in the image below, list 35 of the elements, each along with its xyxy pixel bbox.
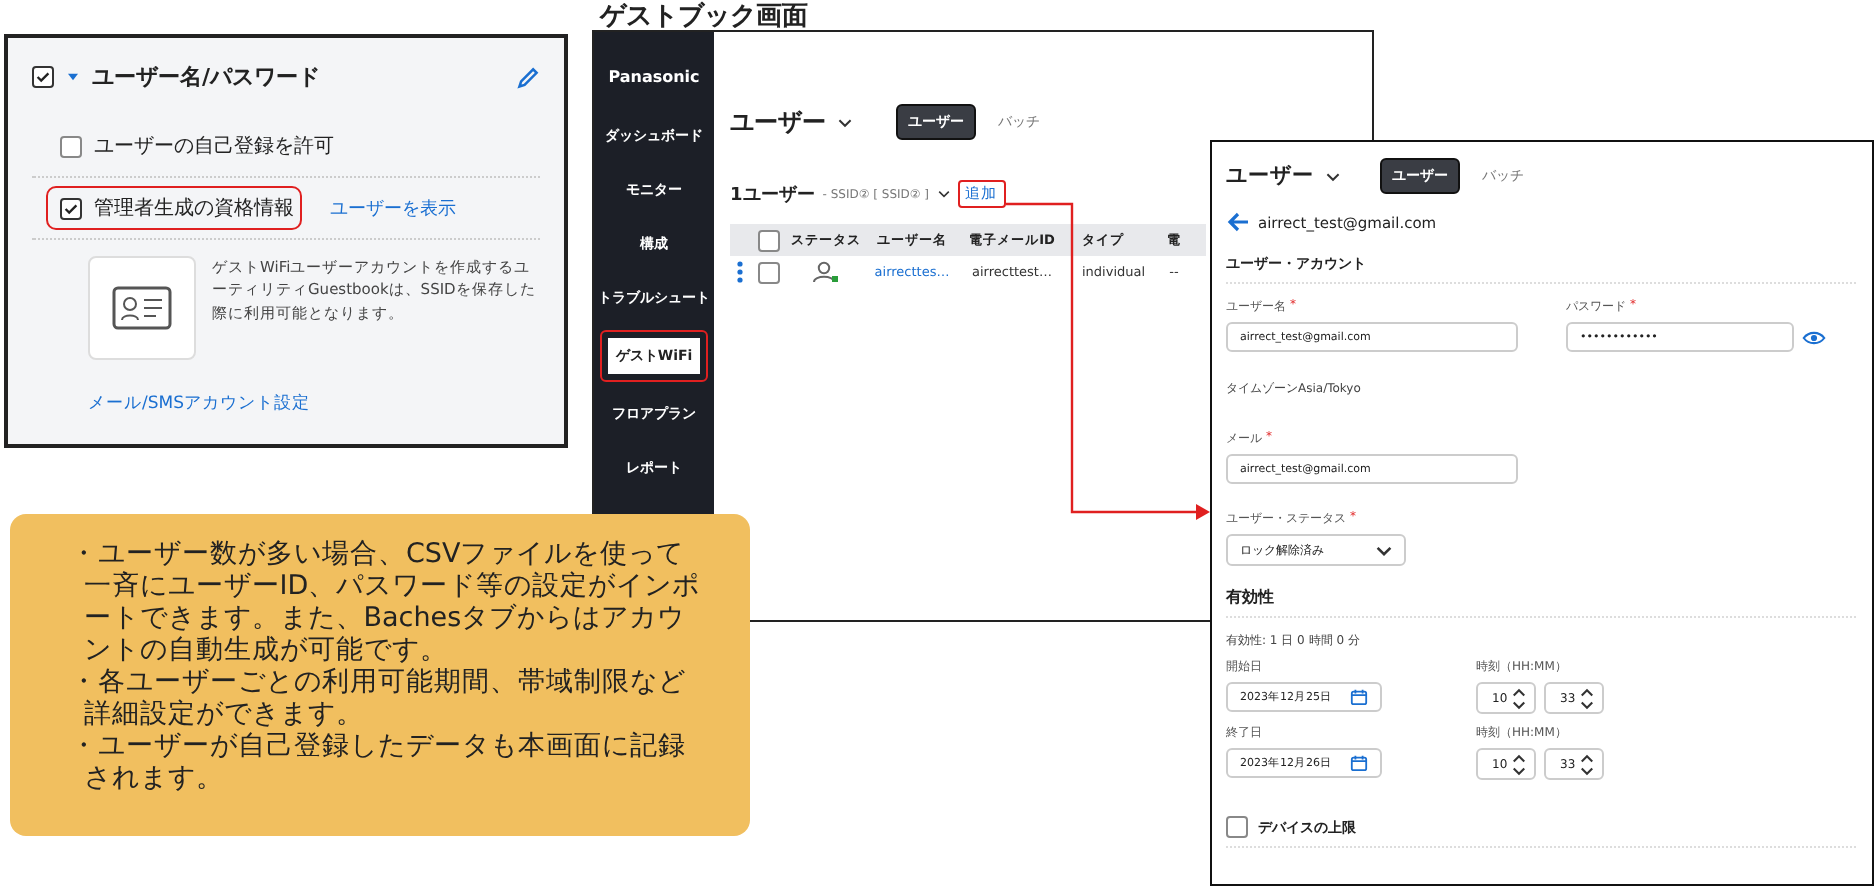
checkbox[interactable]	[1226, 816, 1248, 838]
checkbox[interactable]	[757, 261, 779, 283]
note-text: ・ユーザー数が多い場合、CSVファイルを使って一斉にユーザーID、パスワード等の設定がインポートできます。また、Bachesタブからはアカウントの自動生成が可能です。	[70, 538, 702, 666]
chevron-icon[interactable]	[1326, 171, 1340, 181]
section-title: ユーザー名/パスワード	[92, 62, 321, 92]
back-arrow-icon[interactable]	[1226, 210, 1250, 234]
option-item[interactable]: 管理者生成の資格情報	[46, 186, 302, 230]
option-label: ユーザーの自己登録を許可	[94, 133, 334, 160]
checkbox[interactable]	[60, 135, 82, 157]
page-title[interactable]: ユーザー	[1226, 162, 1314, 190]
checkbox[interactable]	[757, 229, 779, 251]
id-card-icon	[112, 286, 172, 330]
note-text: ・各ユーザーごとの利用可能期間、帯域制限など詳細設定ができます。	[70, 666, 688, 730]
user-count: 1ユーザー	[730, 183, 815, 207]
chevron-icon[interactable]	[937, 190, 950, 198]
account-settings-link[interactable]: メール/SMSアカウント設定	[88, 392, 540, 416]
section-heading: 有効性	[1226, 586, 1856, 618]
checkbox[interactable]	[32, 66, 54, 88]
more-icon[interactable]	[736, 260, 744, 284]
chevron-icon[interactable]	[1376, 545, 1392, 555]
caret-icon[interactable]	[66, 72, 80, 82]
note-text: ・ユーザーが自己登録したデータも本画面に記録されます。	[70, 730, 688, 794]
calendar-icon[interactable]	[1350, 754, 1368, 772]
caption: ゲストブック画面	[600, 0, 808, 34]
checkbox[interactable]	[60, 197, 82, 219]
chevron-icon[interactable]	[838, 117, 852, 127]
brand-logo: Panasonic	[608, 68, 700, 86]
page-title[interactable]: ユーザー	[730, 105, 826, 139]
show-users-link[interactable]: ユーザーを表示	[330, 195, 456, 221]
calendar-icon[interactable]	[1350, 688, 1368, 706]
eye-icon[interactable]	[1802, 329, 1826, 345]
user-icon	[812, 260, 840, 284]
option-label: 管理者生成の資格情報	[94, 195, 294, 222]
pencil-icon[interactable]	[516, 65, 540, 89]
option-item[interactable]: ユーザーの自己登録を許可	[32, 124, 342, 168]
